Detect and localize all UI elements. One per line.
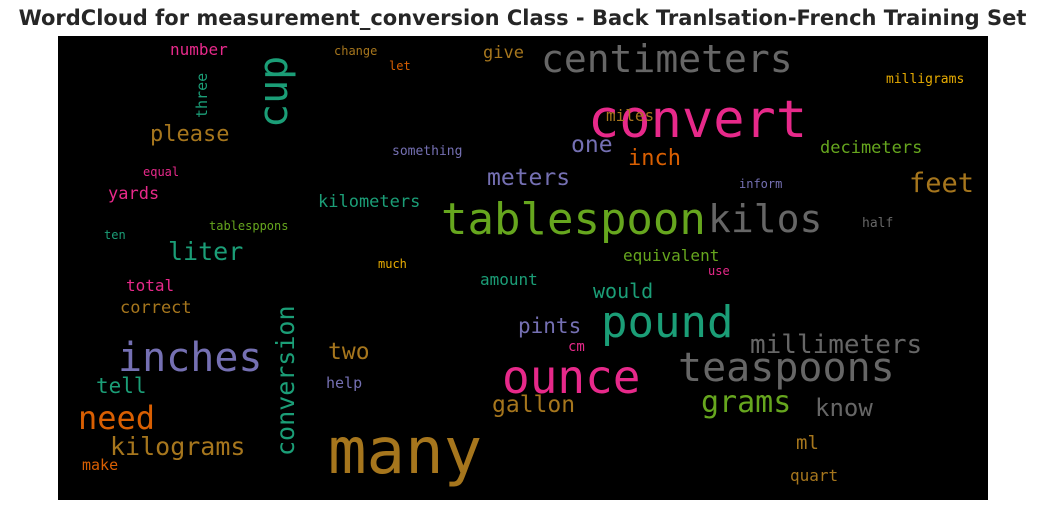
word-much: much: [378, 257, 407, 271]
word-total: total: [126, 276, 175, 295]
word-centimeters: centimeters: [541, 37, 793, 81]
word-kilometers: kilometers: [318, 192, 421, 212]
word-use: use: [708, 264, 730, 278]
word-please: please: [150, 122, 230, 147]
word-make: make: [82, 456, 119, 474]
word-tablesppons: tablesppons: [209, 219, 289, 233]
word-know: know: [815, 394, 873, 422]
word-equivalent: equivalent: [623, 246, 720, 265]
word-decimeters: decimeters: [820, 138, 923, 158]
word-tablespoon: tablespoon: [441, 194, 706, 245]
word-two: two: [328, 339, 370, 365]
word-three: three: [193, 72, 211, 118]
word-tell: tell: [96, 374, 147, 398]
word-cup: cup: [251, 55, 297, 128]
word-equal: equal: [143, 165, 180, 179]
word-ml: ml: [796, 432, 819, 454]
word-kilograms: kilograms: [110, 432, 246, 461]
word-meters: meters: [487, 165, 571, 191]
word-give: give: [483, 43, 524, 63]
word-cloud: many convert tablespoon ounce pound inch…: [58, 36, 988, 500]
word-something: something: [392, 144, 463, 159]
word-gallon: gallon: [492, 392, 576, 418]
word-one: one: [571, 132, 613, 158]
word-half: half: [862, 216, 894, 231]
word-feet: feet: [909, 168, 975, 199]
word-inch: inch: [628, 146, 681, 171]
word-let: let: [389, 59, 411, 73]
word-help: help: [326, 374, 363, 392]
word-many: many: [328, 415, 483, 489]
page-title: WordCloud for measurement_conversion Cla…: [18, 6, 1027, 30]
word-conversion: conversion: [271, 305, 300, 456]
word-liter: liter: [168, 237, 244, 266]
word-grams: grams: [701, 385, 792, 420]
word-need: need: [78, 399, 156, 437]
word-quart: quart: [790, 466, 839, 485]
word-pound: pound: [601, 297, 734, 348]
word-would: would: [593, 279, 654, 303]
word-number: number: [170, 40, 228, 59]
word-correct: correct: [120, 298, 192, 318]
word-kilos: kilos: [708, 197, 823, 241]
word-milligrams: milligrams: [886, 72, 965, 87]
word-yards: yards: [108, 184, 160, 204]
word-ten: ten: [104, 228, 126, 242]
word-inches: inches: [118, 335, 263, 381]
word-inform: inform: [739, 177, 783, 191]
word-pints: pints: [518, 314, 582, 338]
word-cm: cm: [568, 339, 585, 355]
word-amount: amount: [480, 270, 538, 289]
word-change: change: [334, 44, 378, 58]
word-millimeters: millimeters: [750, 330, 923, 360]
word-miles: miles: [606, 106, 655, 125]
